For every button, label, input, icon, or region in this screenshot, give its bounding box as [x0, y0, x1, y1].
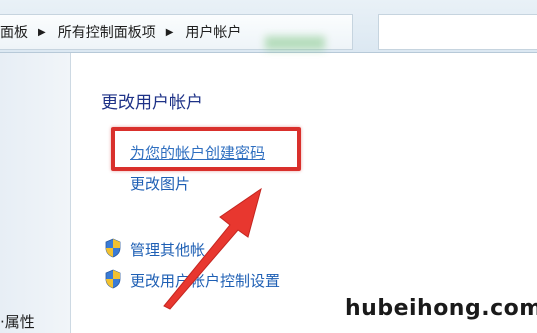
watermark: hubeihong.com [345, 296, 537, 321]
progress-glow [265, 36, 325, 50]
breadcrumb-item-all-control-panel-items[interactable]: 所有控制面板项 [58, 22, 156, 42]
left-nav-item-properties[interactable]: ·属性 [0, 311, 35, 332]
search-input[interactable] [378, 14, 537, 50]
address-bar: 面板 ▶ 所有控制面板项 ▶ 用户帐户 [0, 0, 537, 53]
breadcrumb-item-user-accounts[interactable]: 用户帐户 [185, 22, 241, 42]
left-nav-pane: ·属性 [0, 53, 71, 333]
red-arrow-annotation [163, 187, 262, 310]
uac-shield-icon [105, 269, 121, 289]
breadcrumb-separator-icon[interactable]: ▶ [38, 27, 46, 38]
page-title: 更改用户帐户 [101, 93, 203, 113]
uac-shield-icon [105, 238, 121, 258]
breadcrumb-item-control-panel[interactable]: 面板 [0, 22, 28, 42]
highlight-box [111, 127, 301, 171]
breadcrumb-separator-icon[interactable]: ▶ [166, 27, 174, 38]
